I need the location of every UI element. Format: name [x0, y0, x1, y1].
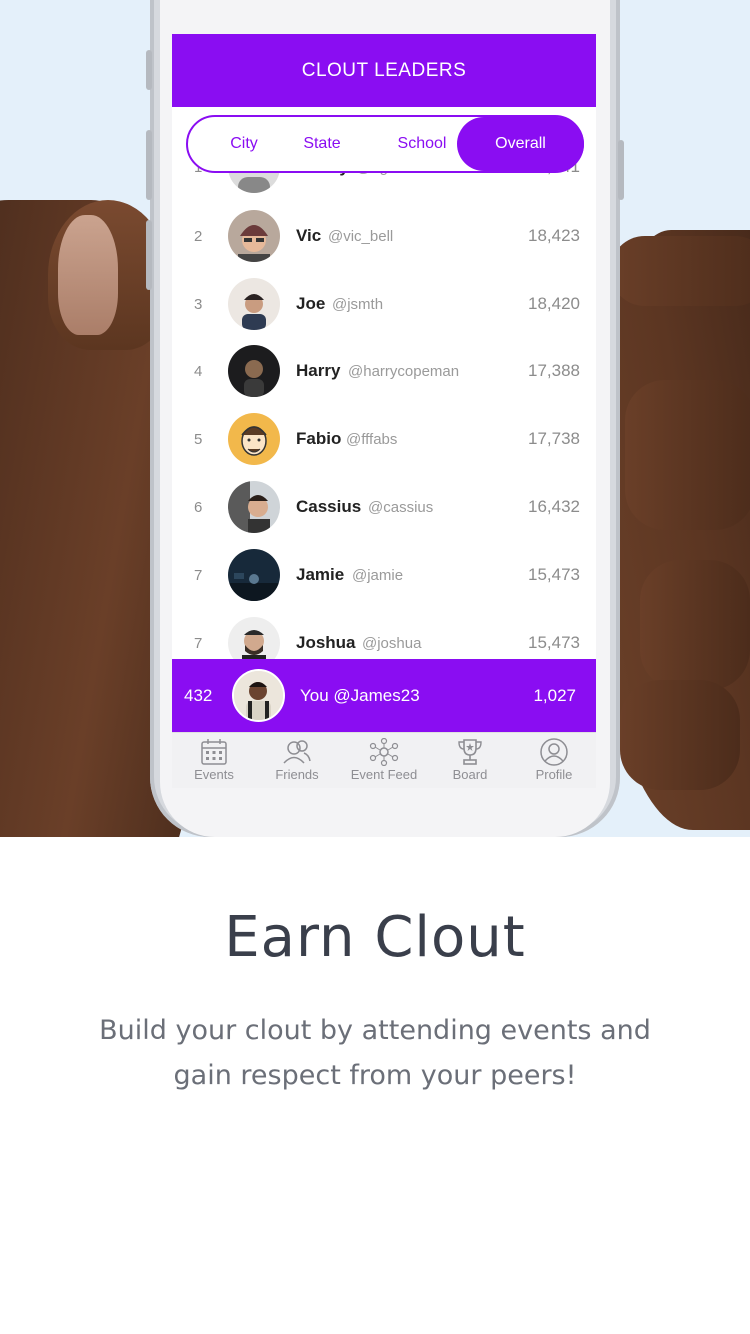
filter-label: City: [230, 135, 258, 152]
friends-icon: [283, 740, 311, 764]
tab-label: Event Feed: [350, 767, 418, 782]
leader-row[interactable]: 4 Harry @harrycopeman 17,388: [172, 337, 596, 405]
leader-handle: @harrycopeman: [348, 362, 460, 380]
rank-number: 2: [194, 227, 203, 245]
avatar: [228, 210, 280, 262]
leader-handle: @jamie: [352, 566, 404, 584]
leader-row[interactable]: 7 Joshua @joshua 15,473: [172, 609, 596, 659]
leader-score: 16,432: [528, 497, 580, 516]
filter-label: State: [303, 135, 341, 152]
profile-icon: [540, 738, 568, 766]
app-header: CLOUT LEADERS: [172, 34, 596, 107]
leader-row[interactable]: 3 Joe @jsmth 18,420: [172, 270, 596, 338]
bottom-tab-bar: Events Friends Event Feed Board Profile: [172, 732, 596, 788]
leader-name: Vic: [296, 226, 322, 245]
app-screen: CLOUT LEADERS City State School Overall …: [172, 34, 596, 788]
leader-score: 17,388: [528, 361, 580, 380]
thumb-nail: [58, 215, 118, 335]
phone-side-button: [146, 130, 152, 200]
avatar: [228, 413, 280, 465]
leader-name: Jamie: [296, 565, 345, 584]
rank-number: 4: [194, 362, 203, 380]
tab-event-feed[interactable]: Event Feed: [342, 733, 426, 788]
avatar: [228, 617, 280, 659]
avatar: [228, 278, 280, 330]
leader-name: Cassius: [296, 497, 362, 516]
leader-handle: @cassius: [368, 498, 434, 516]
phone-side-button: [146, 220, 152, 290]
tab-label: Events: [194, 767, 234, 782]
phone-side-button: [146, 50, 152, 90]
current-user-avatar: [232, 669, 285, 722]
finger: [640, 560, 750, 690]
rank-number: 5: [194, 430, 203, 448]
leader-row[interactable]: 2 Vic @vic_bell 18,423: [172, 202, 596, 270]
tab-label: Profile: [535, 767, 573, 782]
avatar: [228, 345, 280, 397]
filter-segmented-control: City State School Overall: [186, 115, 584, 173]
leader-name: Harry: [296, 361, 341, 380]
feature-headline: Earn Clout: [224, 905, 526, 970]
leader-name: Joshua: [296, 633, 356, 652]
filter-overall[interactable]: Overall: [457, 117, 584, 171]
current-user-score: 1,027: [533, 685, 576, 705]
avatar: [228, 481, 280, 533]
leader-handle: @joshua: [362, 634, 422, 652]
current-user-label: You @James23: [300, 685, 420, 705]
leader-name: Joe: [296, 294, 326, 313]
avatar: [228, 549, 280, 601]
leader-score: 15,473: [528, 633, 580, 652]
calendar-icon: [201, 739, 227, 765]
finger: [620, 680, 740, 790]
hero-illustration: CLOUT LEADERS City State School Overall …: [0, 0, 750, 837]
current-user-rank: 432: [184, 685, 213, 705]
tab-label: Friends: [275, 767, 319, 782]
tab-profile[interactable]: Profile: [512, 733, 596, 788]
leader-score: 18,423: [528, 226, 580, 245]
leader-row[interactable]: 6 Cassius @cassius 16,432: [172, 473, 596, 541]
rank-number: 7: [194, 566, 203, 584]
finger: [625, 380, 750, 530]
filter-school[interactable]: School: [380, 117, 464, 171]
leader-row[interactable]: 5 Fabio @fffabs 17,738: [172, 405, 596, 473]
tab-board[interactable]: Board: [428, 733, 512, 788]
trophy-icon: [458, 739, 482, 765]
finger: [610, 236, 750, 306]
tab-friends[interactable]: Friends: [255, 733, 339, 788]
leader-name: Fabio: [296, 429, 342, 448]
rank-number: 7: [194, 634, 203, 652]
leader-score: 15,473: [528, 565, 580, 584]
tab-events[interactable]: Events: [172, 733, 256, 788]
filter-state[interactable]: State: [280, 117, 364, 171]
leader-handle: @jsmth: [332, 295, 384, 313]
leader-row[interactable]: 7 Jamie @jamie 15,473: [172, 541, 596, 609]
current-user-bar[interactable]: 432 You @James23 1,027: [172, 659, 596, 732]
leader-handle: @fffabs: [346, 430, 398, 448]
filter-label: Overall: [495, 135, 546, 152]
phone-side-button: [618, 140, 624, 200]
filter-label: School: [397, 135, 447, 152]
leaderboard-list: 1 Bobby @bgarr 20,341 2 Vic @vic_bell 18…: [172, 159, 596, 659]
tab-label: Board: [452, 767, 488, 782]
feature-description: Build your clout by attending events and…: [99, 1015, 651, 1091]
network-icon: [369, 738, 399, 766]
rank-number: 6: [194, 498, 203, 516]
rank-number: 3: [194, 295, 203, 313]
leader-handle: @vic_bell: [328, 227, 394, 245]
leader-score: 18,420: [528, 294, 580, 313]
leader-score: 17,738: [528, 429, 580, 448]
filter-city[interactable]: City: [202, 117, 286, 171]
page-title: CLOUT LEADERS: [301, 59, 467, 81]
